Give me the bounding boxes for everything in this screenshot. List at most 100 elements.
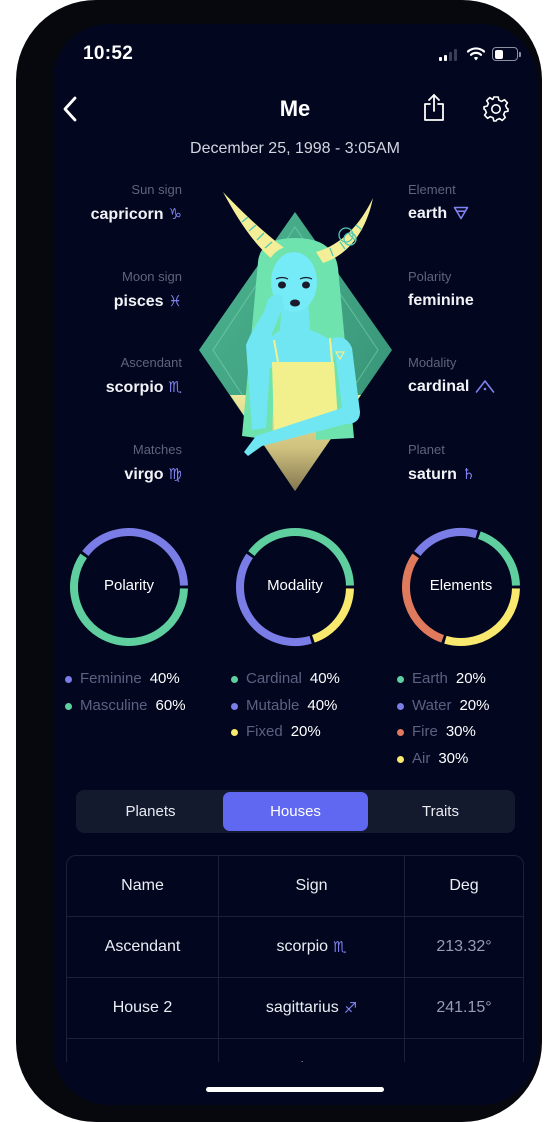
modality-chart-title: Modality <box>267 577 323 594</box>
share-icon[interactable] <box>422 93 446 122</box>
polarity-chart: Polarity <box>67 525 191 649</box>
birth-datetime: December 25, 1998 - 3:05AM <box>190 140 400 157</box>
house-sign-value: scorpio <box>276 938 329 955</box>
signal-bar <box>454 49 457 61</box>
virgo-icon: ♍︎ <box>168 465 182 483</box>
modality-chart: Modality <box>233 525 357 649</box>
table-row: Ascendant scorpio ♏︎ 213.32° <box>67 917 523 978</box>
legend-item: Fixed 20% <box>231 721 340 748</box>
polarity-chart-title: Polarity <box>103 577 155 594</box>
capricorn-character-illustration <box>199 192 392 491</box>
info-label: Moon sign <box>122 269 182 284</box>
elements-chart-title: Elements <box>429 577 493 594</box>
tab-traits[interactable]: Traits <box>368 792 513 831</box>
legend-label: Masculine <box>80 696 148 714</box>
info-value: virgo ♍︎ <box>53 464 182 485</box>
info-label: Sun sign <box>131 182 182 197</box>
legend-label: Mutable <box>246 696 300 714</box>
capricorn-icon: ♑︎ <box>168 205 182 223</box>
sagittarius-icon: ♐︎ <box>343 999 358 1017</box>
info-element: Element earth <box>408 182 533 224</box>
lips <box>290 299 300 307</box>
houses-table-viewport[interactable]: Name Sign Deg Ascendant scorpio ♏︎ 213.32… <box>66 855 525 1062</box>
info-value: earth <box>408 204 533 224</box>
houses-table: Name Sign Deg Ascendant scorpio ♏︎ 213.32… <box>66 855 524 1062</box>
legend-label: Fire <box>412 723 438 740</box>
capricorn-icon: ♑︎ <box>340 1060 353 1062</box>
earth-element-icon <box>453 206 469 220</box>
legend-item: Mutable 40% <box>231 695 340 722</box>
cardinal-modality-icon <box>476 380 495 393</box>
legend-dot <box>397 755 404 763</box>
legend-item: Feminine 40% <box>65 668 186 695</box>
legend-dot <box>231 676 238 683</box>
legend-item: Air 30% <box>397 748 489 775</box>
legend-label: Cardinal <box>246 670 302 687</box>
house-sign: sagittarius ♐︎ <box>219 978 405 1038</box>
info-label: Planet <box>408 442 445 457</box>
legend-item: Cardinal 40% <box>231 668 340 695</box>
info-label: Ascendant <box>120 355 182 370</box>
donut-segment-water <box>414 528 478 557</box>
matches-value: virgo <box>124 466 164 483</box>
battery-level <box>494 49 503 59</box>
signal-bar <box>439 57 442 61</box>
battery-nub <box>519 52 521 57</box>
left-eye <box>278 281 286 289</box>
house-sign: capricorn ♑︎ <box>219 1039 405 1062</box>
column-header-name: Name <box>67 856 219 916</box>
legend-dot <box>231 702 238 710</box>
legend-value: 20% <box>459 696 490 714</box>
pisces-icon: ♓︎ <box>168 292 182 310</box>
info-label: Polarity <box>408 269 452 284</box>
legend-value: 30% <box>445 723 476 740</box>
donut-segment-fixed <box>311 588 354 643</box>
legend-item: Masculine 60% <box>65 695 186 722</box>
house-sign: scorpio ♏︎ <box>219 917 405 977</box>
legend-value: 40% <box>309 670 340 687</box>
legend-label: Feminine <box>80 670 142 687</box>
legend-label: Earth <box>412 670 448 687</box>
gear-icon[interactable] <box>482 95 510 123</box>
tab-houses[interactable]: Houses <box>223 792 368 831</box>
modality-legend: Cardinal 40% Mutable 40% Fixed 20% <box>231 668 340 748</box>
screen: 10:52 Me December 25, 1998 - 3:05AM Sun … <box>53 24 537 1105</box>
legend-item: Earth 20% <box>397 668 489 695</box>
info-value: saturn ♄︎ <box>408 464 533 485</box>
info-ascendant: Ascendant scorpio ♏︎ <box>53 355 182 398</box>
info-planet: Planet saturn ♄︎ <box>408 442 533 485</box>
legend-label: Air <box>412 749 431 767</box>
moon-sign-value: pisces <box>113 293 164 310</box>
legend-dot <box>231 729 238 736</box>
house-name: House 2 <box>67 978 219 1038</box>
column-header-deg: Deg <box>449 877 479 894</box>
tab-planets[interactable]: Planets <box>78 792 223 831</box>
column-header-sign: Sign <box>219 856 405 916</box>
table-header: Name Sign Deg <box>67 856 523 917</box>
elements-chart: Elements <box>399 525 523 649</box>
legend-item: Fire 30% <box>397 721 489 748</box>
home-indicator[interactable] <box>206 1087 384 1092</box>
phone-frame: 10:52 Me December 25, 1998 - 3:05AM Sun … <box>16 0 542 1122</box>
info-sun-sign: Sun sign capricorn ♑︎ <box>53 182 182 225</box>
legend-value: 20% <box>455 670 486 687</box>
ascendant-value: scorpio <box>105 379 164 396</box>
house-name: House 3 <box>67 1039 219 1062</box>
scorpio-icon: ♏︎ <box>333 938 347 956</box>
info-polarity: Polarity feminine <box>408 269 533 311</box>
signal-bar <box>449 52 452 61</box>
info-modality: Modality cardinal <box>408 355 533 397</box>
table-row: House 2 sagittarius ♐︎ 241.15° <box>67 978 523 1039</box>
house-sign-value: capricorn <box>269 1060 335 1062</box>
scorpio-icon: ♏︎ <box>168 378 182 396</box>
legend-dot <box>65 676 72 683</box>
element-value: earth <box>408 205 448 222</box>
cellular-signal-icon <box>439 49 458 61</box>
info-value: scorpio ♏︎ <box>53 377 182 398</box>
planet-value: saturn <box>408 466 457 483</box>
battery-icon <box>492 47 518 61</box>
house-sign-value: sagittarius <box>265 999 339 1016</box>
polarity-value: feminine <box>408 292 474 309</box>
info-value: capricorn ♑︎ <box>53 204 182 225</box>
modality-value: cardinal <box>408 378 470 395</box>
